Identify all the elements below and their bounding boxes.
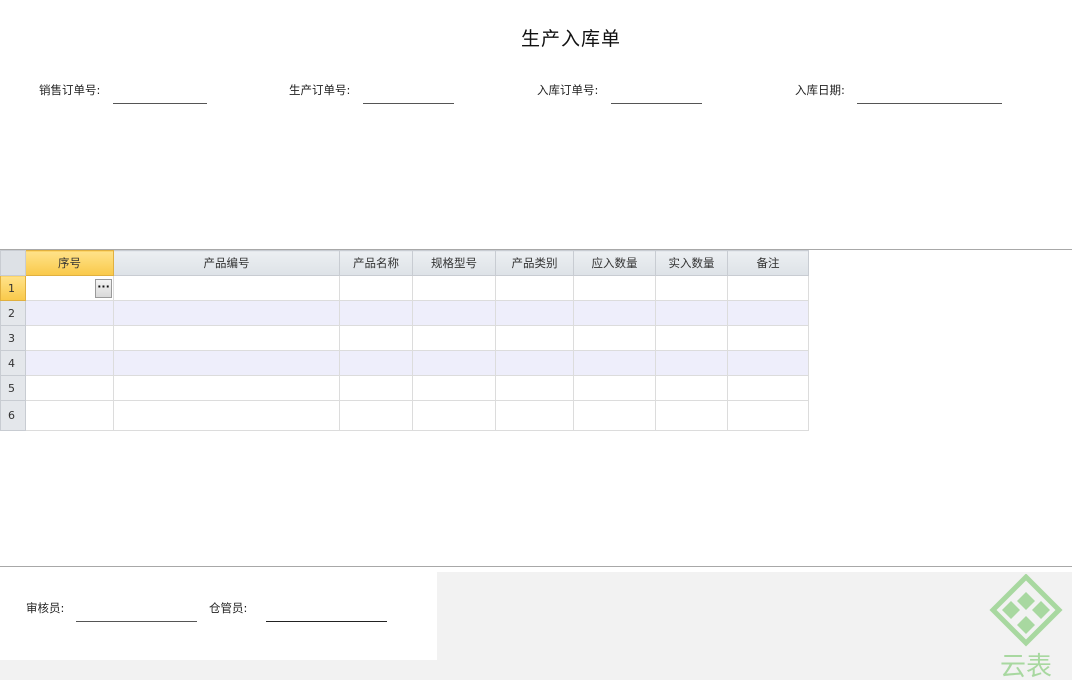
grid-cell[interactable] [727,375,809,401]
table-row: 5 [0,375,809,401]
grid-cell[interactable] [495,275,574,301]
grid-cell[interactable] [495,325,574,351]
grid-cell[interactable] [412,375,496,401]
production-order-no-label: 生产订单号: [289,83,351,97]
grid-cell[interactable] [25,350,114,376]
row-header[interactable]: 2 [0,300,26,326]
row-header[interactable]: 5 [0,375,26,401]
grid-cell[interactable] [573,400,656,431]
table-row: 3 [0,325,809,351]
grid-cell[interactable] [412,325,496,351]
grid-cell[interactable] [727,300,809,326]
grid-cell[interactable] [339,325,413,351]
table-row: 4 [0,350,809,376]
grid-cell[interactable] [655,350,728,376]
receipt-order-no-label: 入库订单号: [537,83,599,97]
grid-cell[interactable] [573,300,656,326]
grid-cell[interactable] [727,275,809,301]
logo-text: 云表 [1000,652,1052,680]
grid-cell[interactable] [113,375,340,401]
grid-cell[interactable] [573,375,656,401]
grid-cell[interactable] [573,325,656,351]
grid-cell[interactable] [495,400,574,431]
column-header-remarks[interactable]: 备注 [727,250,809,276]
grid-cell[interactable] [339,375,413,401]
row-header[interactable]: 3 [0,325,26,351]
table-row: 1 ··· [0,275,809,301]
column-header-expected-qty[interactable]: 应入数量 [573,250,656,276]
row-header[interactable]: 6 [0,400,26,431]
table-row: 6 [0,400,809,431]
receipt-date-field[interactable] [857,103,1002,104]
grid-cell[interactable] [655,375,728,401]
reviewer-label: 审核员: [26,601,65,615]
receipt-date-label: 入库日期: [795,83,845,97]
column-header-product-name[interactable]: 产品名称 [339,250,413,276]
grid-cell[interactable] [339,275,413,301]
production-order-no-field[interactable] [363,103,454,104]
grid-cell[interactable] [25,325,114,351]
warehouse-keeper-label: 仓管员: [209,601,248,615]
table-row: 2 [0,300,809,326]
grid-cell[interactable] [573,275,656,301]
grid-cell[interactable] [655,275,728,301]
column-header-seq[interactable]: 序号 [25,250,114,276]
column-header-actual-qty[interactable]: 实入数量 [655,250,728,276]
grid-cell[interactable] [113,400,340,431]
row-header[interactable]: 4 [0,350,26,376]
grid-cell[interactable] [655,325,728,351]
grid-cell[interactable] [655,400,728,431]
grid-cell[interactable] [25,300,114,326]
grid-cell[interactable] [25,400,114,431]
grid-corner[interactable] [0,250,26,276]
ellipsis-button[interactable]: ··· [95,279,112,298]
reviewer-field[interactable] [76,621,197,622]
warehouse-keeper-field[interactable] [266,621,387,622]
grid-cell[interactable] [655,300,728,326]
grid-cell[interactable] [573,350,656,376]
grid-cell[interactable] [495,375,574,401]
grid-cell[interactable] [412,400,496,431]
grid-cell[interactable] [25,375,114,401]
column-header-product-code[interactable]: 产品编号 [113,250,340,276]
production-warehouse-receipt-form: 生产入库单 销售订单号: 生产订单号: 入库订单号: 入库日期: 序号 产品编号… [0,0,1072,680]
grid-cell[interactable] [339,300,413,326]
grid-cell[interactable] [113,300,340,326]
column-header-product-category[interactable]: 产品类别 [495,250,574,276]
footer-bottom-strip [0,660,437,680]
grid-cell[interactable] [113,325,340,351]
grid-cell[interactable] [113,275,340,301]
grid-cell[interactable] [495,300,574,326]
form-title: 生产入库单 [520,28,621,50]
sales-order-no-field[interactable] [113,103,207,104]
grid-cell[interactable] [727,325,809,351]
column-header-spec-model[interactable]: 规格型号 [412,250,496,276]
footer-blank-area [437,572,1072,680]
sales-order-no-label: 销售订单号: [39,83,101,97]
grid-cell[interactable] [339,350,413,376]
footer-divider [0,566,1072,567]
grid-cell[interactable] [339,400,413,431]
row-header[interactable]: 1 [0,275,26,301]
grid-cell[interactable] [727,350,809,376]
item-grid: 序号 产品编号 产品名称 规格型号 产品类别 应入数量 实入数量 备注 1 ··… [0,250,809,431]
grid-cell[interactable] [412,300,496,326]
grid-cell[interactable] [727,400,809,431]
grid-cell[interactable] [495,350,574,376]
grid-cell[interactable] [113,350,340,376]
grid-cell[interactable] [412,275,496,301]
diamond-grid-logo-icon: 云表 [989,574,1063,680]
grid-cell-seq[interactable]: ··· [25,275,114,301]
grid-cell[interactable] [412,350,496,376]
receipt-order-no-field[interactable] [611,103,702,104]
